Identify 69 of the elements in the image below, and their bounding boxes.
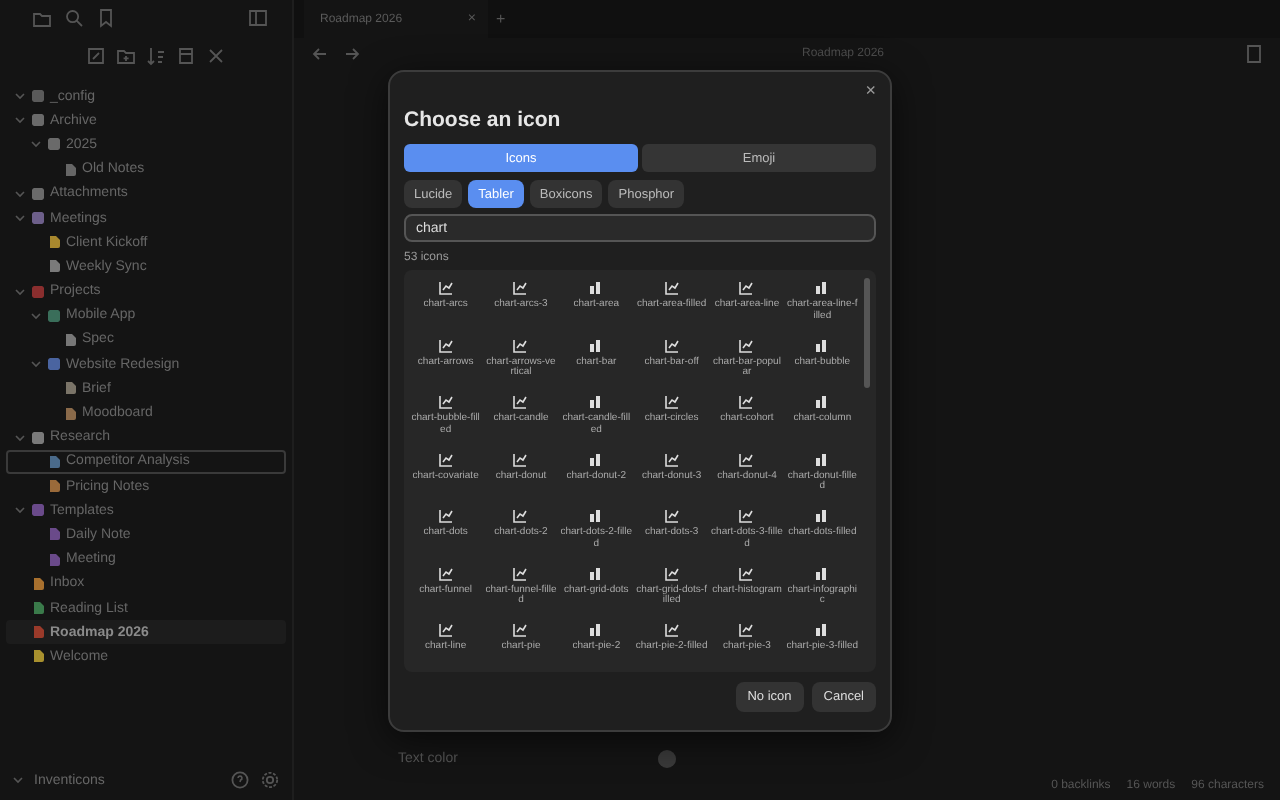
chevron-icon[interactable] — [12, 774, 24, 786]
chart-icon — [512, 508, 529, 524]
chart-icon — [512, 280, 529, 296]
chevron-icon[interactable] — [14, 212, 26, 225]
chart-icon — [437, 622, 454, 638]
chart-icon — [588, 280, 605, 296]
chart-icon — [814, 508, 831, 524]
new-note-icon[interactable] — [86, 46, 106, 66]
chart-icon — [814, 394, 831, 410]
search-icon[interactable] — [64, 8, 84, 28]
close-icon[interactable] — [206, 46, 226, 66]
chart-icon — [437, 451, 454, 467]
chevron-icon[interactable] — [14, 114, 26, 127]
chart-icon — [437, 565, 454, 581]
chart-icon — [512, 565, 529, 581]
chevron-icon[interactable] — [30, 358, 42, 371]
chart-icon — [663, 280, 680, 296]
chart-icon — [437, 394, 454, 410]
chevron-icon[interactable] — [14, 504, 26, 517]
chart-icon — [738, 565, 755, 581]
chart-icon — [663, 451, 680, 467]
chart-icon — [663, 394, 680, 410]
chart-icon — [588, 622, 605, 638]
chart-icon — [738, 622, 755, 638]
chart-icon — [512, 337, 529, 353]
chart-icon — [437, 508, 454, 524]
bookmark-icon[interactable] — [96, 8, 116, 28]
chart-icon — [738, 508, 755, 524]
new-folder-icon[interactable] — [116, 46, 136, 66]
help-icon[interactable] — [230, 770, 250, 790]
scrollbar-thumb[interactable] — [864, 278, 870, 388]
dialog-title: Choose an icon — [404, 108, 563, 132]
chart-icon — [738, 280, 755, 296]
chart-icon — [663, 622, 680, 638]
chevron-icon[interactable] — [14, 431, 26, 444]
chart-icon — [814, 565, 831, 581]
chevron-icon[interactable] — [30, 138, 42, 151]
settings-icon[interactable] — [260, 770, 280, 790]
chart-icon — [588, 451, 605, 467]
forward-icon[interactable] — [342, 43, 362, 63]
chart-icon — [588, 394, 605, 410]
close-button[interactable]: × — [865, 80, 876, 102]
chart-icon — [663, 337, 680, 353]
chart-icon — [738, 337, 755, 353]
chevron-icon[interactable] — [14, 90, 26, 103]
chart-icon — [738, 451, 755, 467]
chart-icon — [588, 508, 605, 524]
chart-icon — [512, 451, 529, 467]
chart-icon — [512, 622, 529, 638]
chart-icon — [814, 337, 831, 353]
chart-icon — [588, 565, 605, 581]
sort-icon[interactable] — [146, 46, 166, 66]
chart-icon — [738, 394, 755, 410]
chart-icon — [437, 337, 454, 353]
chart-icon — [814, 451, 831, 467]
chart-icon — [437, 280, 454, 296]
chart-icon — [663, 565, 680, 581]
chart-icon — [814, 280, 831, 296]
chevron-icon[interactable] — [14, 187, 26, 200]
chevron-icon[interactable] — [30, 309, 42, 322]
color-swatch[interactable] — [657, 749, 676, 767]
folder-icon[interactable] — [32, 8, 52, 28]
chart-icon — [814, 622, 831, 638]
back-icon[interactable] — [310, 43, 330, 63]
chart-icon — [512, 394, 529, 410]
chevron-icon[interactable] — [14, 285, 26, 298]
chart-icon — [588, 337, 605, 353]
chart-icon — [663, 508, 680, 524]
sidebar-toggle-icon[interactable] — [248, 8, 268, 28]
